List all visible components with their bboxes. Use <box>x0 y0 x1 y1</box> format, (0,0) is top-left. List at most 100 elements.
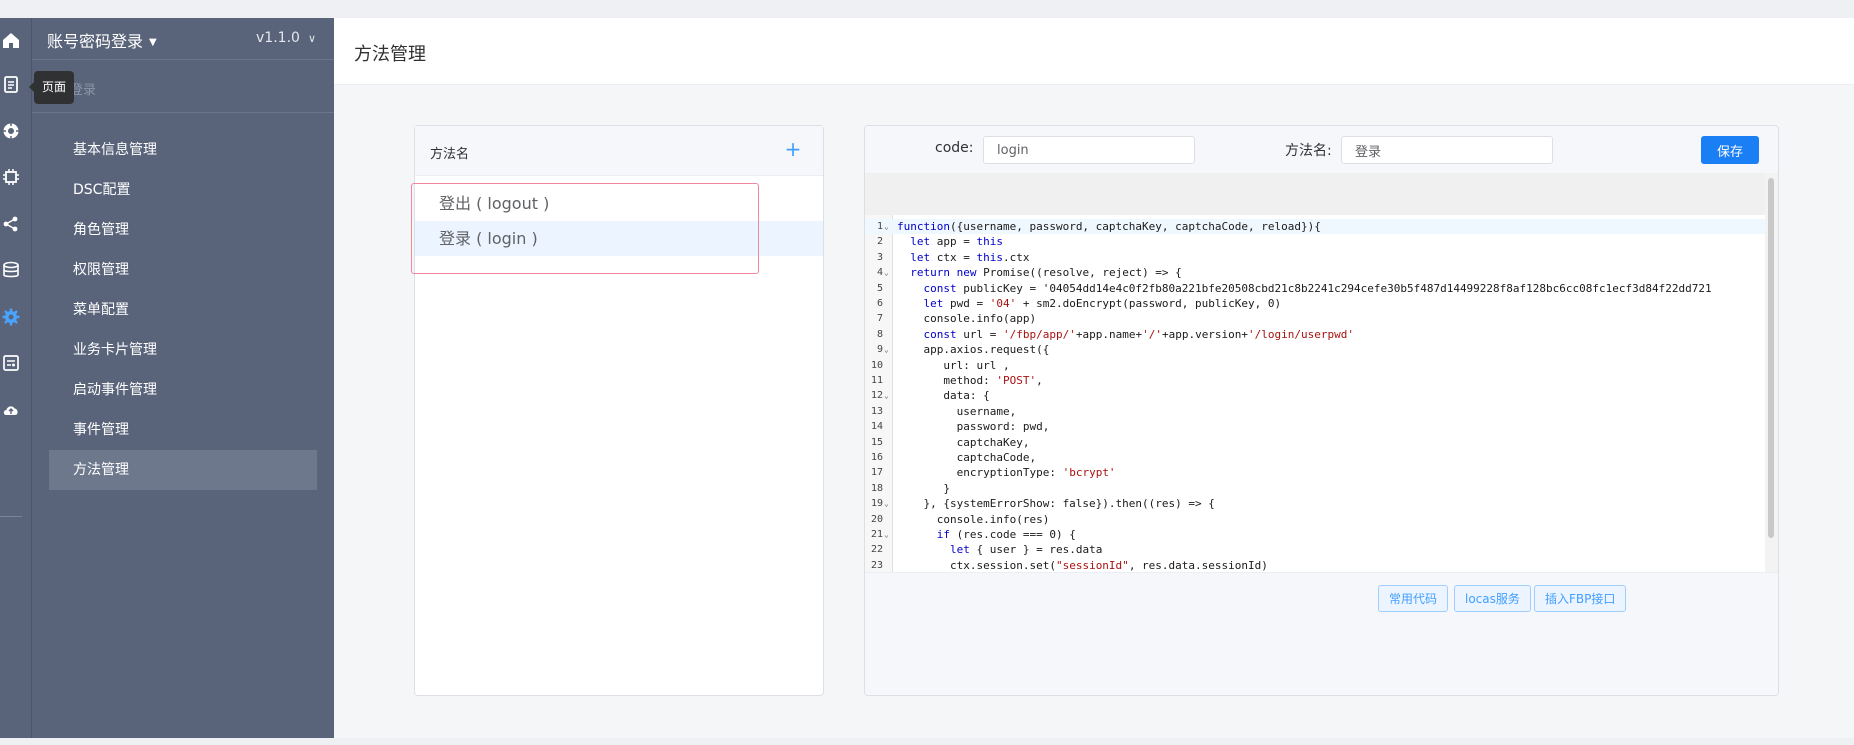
sidebar-item-methods[interactable]: 方法管理 <box>49 450 317 490</box>
chip-icon[interactable] <box>0 166 22 188</box>
code-text: password: pwd, <box>897 420 1050 434</box>
main-content: 方法管理 方法名 + 登出 ( logout ) 登录 ( login ) co… <box>334 18 1854 738</box>
line-number: 1 <box>876 221 883 232</box>
editor-footer: 常用代码 locas服务 插入FBP接口 <box>865 572 1778 695</box>
line-number: 23 <box>870 559 883 571</box>
sidebar-item-menu-config[interactable]: 菜单配置 <box>49 290 317 330</box>
code-text: const publicKey = '04054dd14e4c0f2fb80a2… <box>923 281 1712 295</box>
line-number: 13 <box>870 405 883 417</box>
code-line[interactable]: 8 const url = '/fbp/app/'+app.name+'/'+a… <box>865 327 1765 342</box>
sidebar-item-label: DSC配置 <box>73 182 131 198</box>
code-line[interactable]: 23 ctx.session.set("sessionId", res.data… <box>865 558 1765 572</box>
report-icon[interactable] <box>0 352 22 374</box>
database-icon[interactable] <box>0 259 22 281</box>
code-line[interactable]: 12 ⌄ data: { <box>865 388 1765 403</box>
line-number: 11 <box>870 375 883 386</box>
sidebar-item-basic-info[interactable]: 基本信息管理 <box>49 130 317 170</box>
sidebar-item-label: 角色管理 <box>73 222 129 238</box>
cloud-upload-icon[interactable] <box>0 399 22 421</box>
code-line[interactable]: 21 ⌄ if (res.code === 0) { <box>865 527 1765 542</box>
fold-arrow-icon[interactable]: ⌄ <box>884 265 889 280</box>
code-line[interactable]: 11 method: 'POST', <box>865 373 1765 388</box>
share-icon[interactable] <box>0 213 22 235</box>
code-line[interactable]: 2 let app = this <box>865 234 1765 249</box>
method-name-input[interactable] <box>1341 136 1553 164</box>
line-number: 10 <box>870 359 883 371</box>
tooltip: 页面 <box>28 71 75 104</box>
method-editor-panel: code: 方法名: 保存 1⌄function({username, pass… <box>864 125 1779 696</box>
code-text: const url = '/fbp/app/'+app.name+'/'+app… <box>923 327 1355 341</box>
version-dropdown[interactable]: v1.1.0 ∨ <box>256 30 316 46</box>
method-item-logout[interactable]: 登出 ( logout ) <box>415 186 823 221</box>
sidebar-item-roles[interactable]: 角色管理 <box>49 210 317 250</box>
add-method-button[interactable]: + <box>781 137 805 161</box>
code-line[interactable]: 9 ⌄ app.axios.request({ <box>865 342 1765 357</box>
line-number: 9 <box>876 344 883 356</box>
sidebar-item-startup-events[interactable]: 启动事件管理 <box>49 370 317 410</box>
locas-service-button[interactable]: locas服务 <box>1454 585 1531 612</box>
target-icon[interactable] <box>0 120 22 142</box>
code-line[interactable]: 16 captchaCode, <box>865 450 1765 465</box>
line-number: 4 <box>876 267 883 279</box>
method-item-label: 登录 ( login ) <box>439 229 538 248</box>
sidebar-item-permissions[interactable]: 权限管理 <box>49 250 317 290</box>
sidebar-item-dsc[interactable]: DSC配置 <box>49 170 317 210</box>
rail-divider <box>0 516 22 517</box>
code-text: let ctx = this.ctx <box>910 250 1030 264</box>
code-line[interactable]: 6 let pwd = '04' + sm2.doEncrypt(passwor… <box>865 296 1765 311</box>
sidebar-item-label: 启动事件管理 <box>73 382 157 398</box>
fold-arrow-icon[interactable]: ⌄ <box>884 219 889 234</box>
page-title: 方法管理 <box>354 44 426 65</box>
line-number: 18 <box>870 482 883 494</box>
pages-icon[interactable] <box>0 73 22 95</box>
code-line[interactable]: 7 console.info(app) <box>865 311 1765 326</box>
fold-arrow-icon[interactable]: ⌄ <box>884 496 889 511</box>
sidebar-item-label: 业务卡片管理 <box>73 342 157 358</box>
page-header: 方法管理 <box>334 18 1854 85</box>
fold-arrow-icon[interactable]: ⌄ <box>884 527 889 542</box>
code-line[interactable]: 14 password: pwd, <box>865 419 1765 434</box>
code-text: let { user } = res.data <box>949 543 1103 557</box>
sidebar-item-events[interactable]: 事件管理 <box>49 410 317 450</box>
editor-scrollbar-thumb[interactable] <box>1768 178 1774 538</box>
code-line[interactable]: 10 url: url , <box>865 358 1765 373</box>
fold-arrow-icon[interactable]: ⌄ <box>884 388 889 403</box>
code-line[interactable]: 19 ⌄ }, {systemErrorShow: false}).then((r… <box>865 496 1765 511</box>
method-list-panel: 方法名 + 登出 ( logout ) 登录 ( login ) <box>411 125 824 696</box>
line-number: 16 <box>870 452 883 463</box>
method-item-login[interactable]: 登录 ( login ) <box>415 221 823 256</box>
code-line[interactable]: 5 const publicKey = '04054dd14e4c0f2fb80… <box>865 281 1765 296</box>
fold-arrow-icon[interactable]: ⌄ <box>884 342 889 357</box>
code-line[interactable]: 20 console.info(res) <box>865 512 1765 527</box>
sidebar-subheader: 登录 <box>32 61 334 113</box>
code-line[interactable]: 18 } <box>865 481 1765 496</box>
common-code-button[interactable]: 常用代码 <box>1378 585 1449 612</box>
insert-fbp-api-button[interactable]: 插入FBP接口 <box>1534 585 1627 612</box>
editor-toolbar-area <box>865 173 1765 215</box>
caret-down-icon: ▼ <box>149 37 157 48</box>
code-line[interactable]: 17 encryptionType: 'bcrypt' <box>865 465 1765 480</box>
login-mode-dropdown[interactable]: 账号密码登录 ▼ <box>47 28 157 52</box>
home-icon[interactable] <box>0 29 22 51</box>
code-input[interactable] <box>983 136 1195 164</box>
code-line[interactable]: 1 ⌄ function({username, password, captchaK… <box>865 219 1765 235</box>
code-line[interactable]: 3 let ctx = this.ctx <box>865 250 1765 265</box>
icon-rail <box>0 18 32 738</box>
version-label: v1.1.0 <box>256 30 300 46</box>
line-number: 7 <box>876 313 883 325</box>
sidebar-item-business-cards[interactable]: 业务卡片管理 <box>49 330 317 370</box>
line-number: 21 <box>870 529 883 540</box>
sidebar-item-label: 方法管理 <box>73 462 129 478</box>
code-line[interactable]: 22 let { user } = res.data <box>865 542 1765 557</box>
method-name-field-label: 方法名: <box>1285 143 1332 159</box>
code-line[interactable]: 4 ⌄ return new Promise((resolve, reject) … <box>865 265 1765 280</box>
sidebar-item-label: 事件管理 <box>73 422 129 438</box>
save-button[interactable]: 保存 <box>1701 136 1759 164</box>
code-line[interactable]: 13 username, <box>865 404 1765 419</box>
sidebar: 账号密码登录 ▼ v1.1.0 ∨ 登录 基本信息管理 DSC配置 角色管理 权限管… <box>32 18 334 738</box>
code-text: console.info(res) <box>897 512 1050 526</box>
code-line[interactable]: 15 captchaKey, <box>865 435 1765 450</box>
code-text: ctx.session.set("sessionId", res.data.se… <box>897 558 1268 572</box>
code-editor[interactable]: 1 ⌄ function({username, password, captchaK… <box>865 215 1765 572</box>
gear-icon[interactable] <box>0 306 22 328</box>
